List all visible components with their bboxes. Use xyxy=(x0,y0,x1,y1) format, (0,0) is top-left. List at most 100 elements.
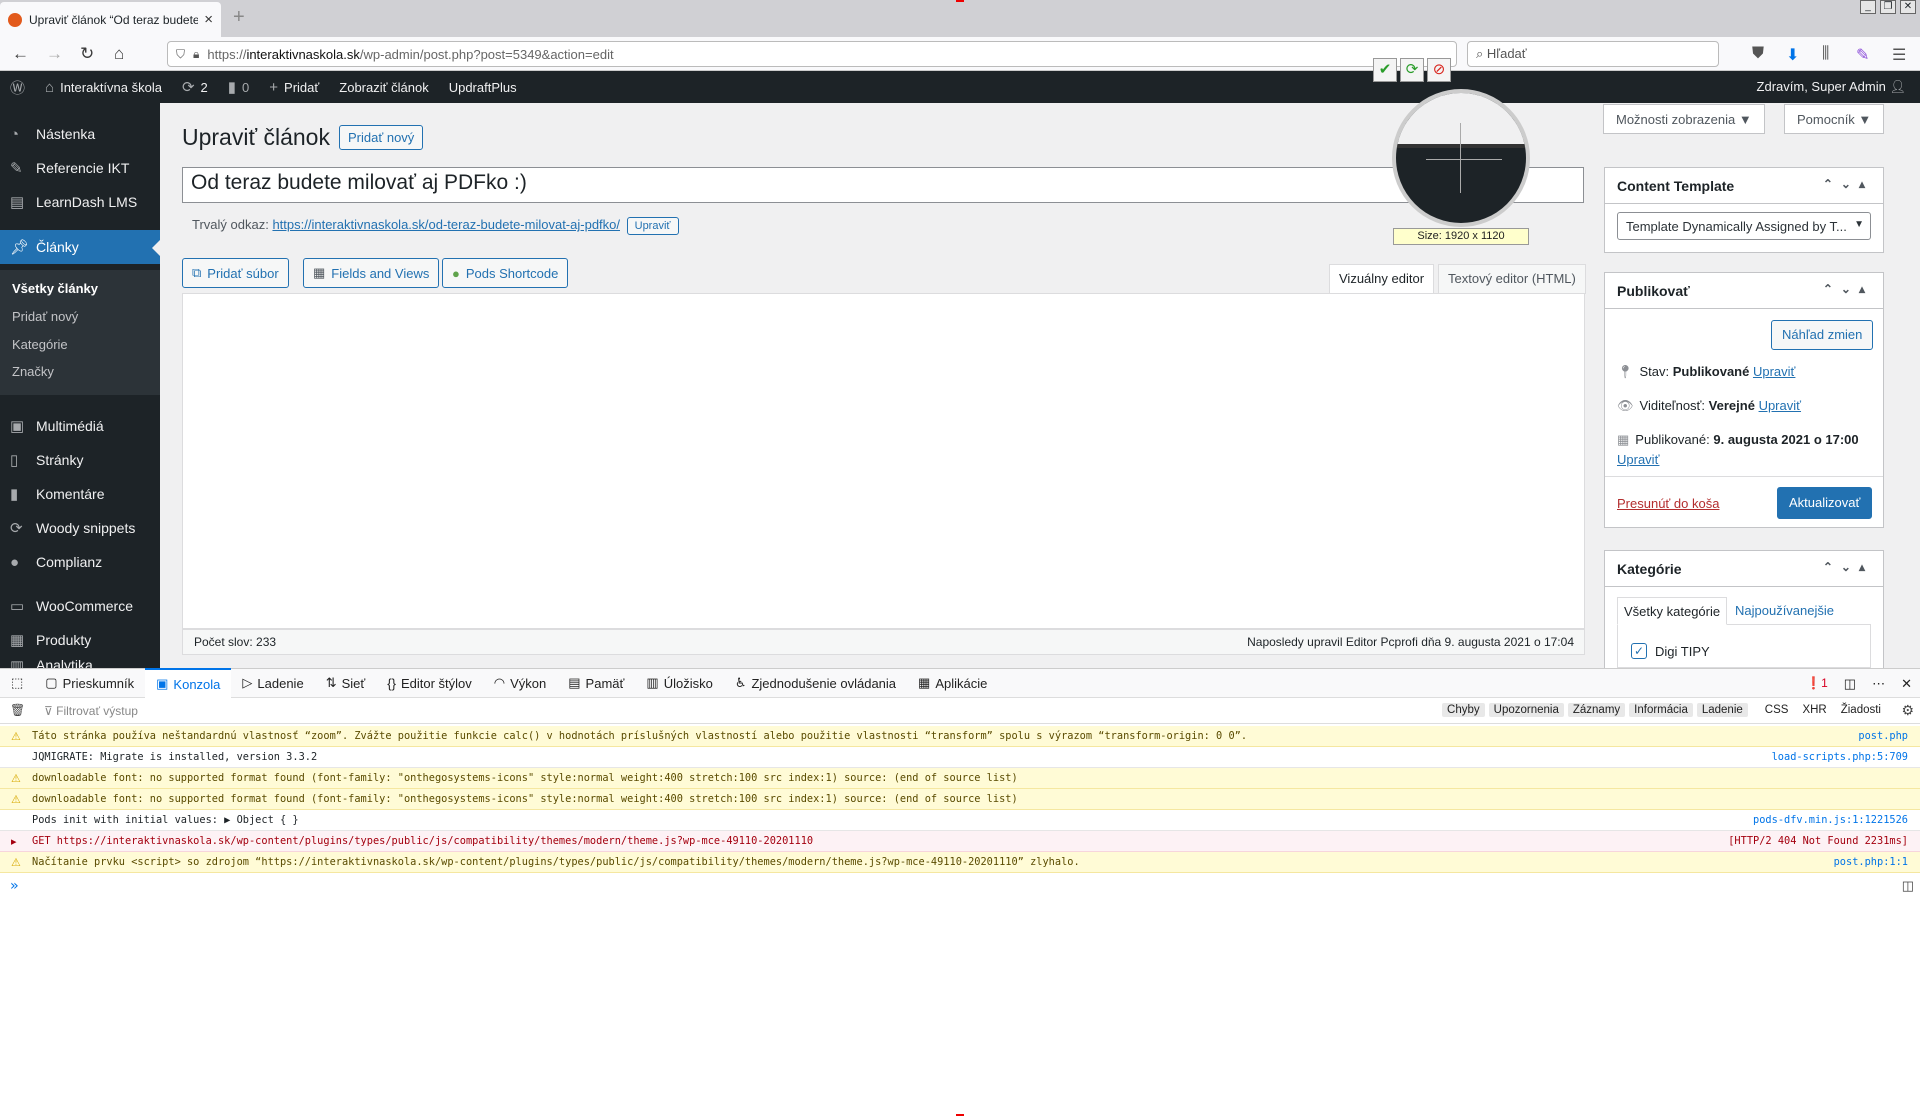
updraftplus-link[interactable]: UpdraftPlus xyxy=(449,80,517,95)
download-icon[interactable]: ⬇ xyxy=(1786,45,1799,65)
error-count-badge[interactable]: ❗1 xyxy=(1806,676,1828,692)
box-controls-icon[interactable]: ⌃⌄▴ xyxy=(1823,560,1873,574)
tab-inspector[interactable]: ▢ Prieskumník xyxy=(34,668,145,698)
template-select[interactable]: Template Dynamically Assigned by T... ▼ xyxy=(1617,212,1871,240)
publish-header[interactable]: Publikovať ⌃⌄▴ xyxy=(1605,273,1883,309)
filter-logs[interactable]: Záznamy xyxy=(1567,703,1626,717)
browser-tab[interactable]: Upraviť článok “Od teraz budete m × xyxy=(0,2,221,37)
sidebar-item-posts[interactable]: 📌︎ Články xyxy=(0,230,160,264)
updates-link[interactable]: ⟳ 2 xyxy=(182,78,208,96)
console-message[interactable]: ▸ GET https://interaktivnaskola.sk/wp-con… xyxy=(0,831,1920,852)
sidebar-item-media[interactable]: ▣ Multimédiá xyxy=(0,409,160,443)
filter-warnings[interactable]: Upozornenia xyxy=(1488,703,1564,717)
menu-icon[interactable]: ☰ xyxy=(1892,45,1906,65)
lock-icon[interactable]: 🔒︎ xyxy=(193,47,199,62)
sidebar-item-products[interactable]: ▦ Produkty xyxy=(0,623,160,657)
tab-style-editor[interactable]: {} Editor štýlov xyxy=(376,668,483,698)
filter-input[interactable]: ⊽ Filtrovať výstup xyxy=(44,704,138,718)
back-icon[interactable]: ← xyxy=(12,44,29,64)
restore-icon[interactable]: ❐ xyxy=(1880,0,1896,14)
split-console-icon[interactable]: ◫ xyxy=(1902,878,1914,894)
add-new-button[interactable]: Pridať nový xyxy=(339,125,424,150)
pick-element-icon[interactable]: ⬚ xyxy=(0,668,34,698)
sidebar-item-woody[interactable]: ⟳ Woody snippets xyxy=(0,511,160,545)
site-name-link[interactable]: ⌂ Interaktívna škola xyxy=(45,79,162,96)
filter-requests[interactable]: Žiadosti xyxy=(1836,703,1886,717)
tab-most-used[interactable]: Najpoužívanejšie xyxy=(1735,603,1834,618)
close-tab-icon[interactable]: × xyxy=(204,11,213,28)
library-icon[interactable]: ⫼ xyxy=(1822,45,1829,63)
tab-text-editor[interactable]: Textový editor (HTML) xyxy=(1438,264,1586,294)
close-devtools-icon[interactable]: ✕ xyxy=(1901,676,1912,692)
sidebar-item-woocommerce[interactable]: ▭ WooCommerce xyxy=(0,589,160,623)
tab-network[interactable]: ⇅ Sieť xyxy=(315,668,377,698)
comments-link[interactable]: ▮ 0 xyxy=(228,78,250,96)
status-edit-link[interactable]: Upraviť xyxy=(1753,364,1795,379)
view-post-link[interactable]: Zobraziť článok xyxy=(339,80,428,95)
sidebar-item-references[interactable]: ✎ Referencie IKT xyxy=(0,151,160,185)
wp-logo-icon[interactable]: Ⓦ xyxy=(10,77,25,98)
close-window-icon[interactable]: ✕ xyxy=(1900,0,1916,14)
message-text[interactable]: Pods init with initial values: ▶ Object … xyxy=(32,814,299,826)
account-greeting[interactable]: Zdravím, Super Admin 👤︎ xyxy=(1757,79,1906,95)
confirm-icon[interactable]: ✔ xyxy=(1373,58,1397,82)
pods-shortcode-button[interactable]: ● Pods Shortcode xyxy=(442,258,569,288)
fields-views-button[interactable]: ▦ Fields and Views xyxy=(303,258,440,288)
refresh-icon[interactable]: ⟳ xyxy=(1400,58,1424,82)
add-media-button[interactable]: ⧉ Pridať súbor xyxy=(182,258,289,288)
message-source-link[interactable]: load-scripts.php:5:709 xyxy=(1772,751,1908,763)
sidebar-item-pages[interactable]: ▯ Stránky xyxy=(0,443,160,477)
filter-debug[interactable]: Ladenie xyxy=(1696,703,1748,717)
tab-accessibility[interactable]: ♿︎ Zjednodušenie ovládania xyxy=(724,668,907,698)
filter-css[interactable]: CSS xyxy=(1760,703,1794,717)
editor-area[interactable] xyxy=(182,293,1585,629)
message-source-link[interactable]: pods-dfv.min.js:1:1221526 xyxy=(1753,814,1908,826)
new-tab-icon[interactable]: + xyxy=(233,6,245,29)
new-content-link[interactable]: + Pridať xyxy=(269,79,319,96)
help-button[interactable]: Pomocník ▼ xyxy=(1784,104,1885,134)
move-to-trash-link[interactable]: Presunúť do koša xyxy=(1617,496,1719,511)
url-bar[interactable]: ⛉ 🔒︎ https://interaktivnaskola.sk/wp-adm… xyxy=(167,41,1457,67)
filter-xhr[interactable]: XHR xyxy=(1797,703,1831,717)
pocket-icon[interactable]: ⛊ xyxy=(1752,45,1764,63)
sidebar-item-comments[interactable]: ▮ Komentáre xyxy=(0,477,160,511)
tab-storage[interactable]: ▥ Úložisko xyxy=(635,668,723,698)
search-input[interactable]: ⌕ Hľadať xyxy=(1467,41,1719,67)
published-edit-link[interactable]: Upraviť xyxy=(1617,452,1659,467)
shield-icon[interactable]: ⛉ xyxy=(176,47,185,62)
permalink-link[interactable]: https://interaktivnaskola.sk/od-teraz-bu… xyxy=(272,217,620,232)
visibility-edit-link[interactable]: Upraviť xyxy=(1759,398,1801,413)
sidebar-item-learndash[interactable]: ▤ LearnDash LMS xyxy=(0,185,160,219)
console-input-prompt[interactable]: » xyxy=(10,878,18,894)
categories-header[interactable]: Kategórie ⌃⌄▴ xyxy=(1605,551,1883,587)
tab-visual-editor[interactable]: Vizuálny editor xyxy=(1329,264,1435,294)
tab-console[interactable]: ▣ Konzola xyxy=(145,668,232,698)
submenu-categories[interactable]: Kategórie xyxy=(12,337,68,352)
message-source-link[interactable]: post.php xyxy=(1858,730,1908,742)
settings-gear-icon[interactable]: ⚙ xyxy=(1901,702,1914,719)
submenu-all-posts[interactable]: Všetky články xyxy=(12,281,98,296)
submenu-add-new[interactable]: Pridať nový xyxy=(12,309,78,324)
tab-all-categories[interactable]: Všetky kategórie xyxy=(1617,597,1728,625)
preview-changes-button[interactable]: Náhľad zmien xyxy=(1771,320,1874,350)
screen-options-button[interactable]: Možnosti zobrazenia ▼ xyxy=(1603,104,1765,134)
dock-icon[interactable]: ◫ xyxy=(1844,676,1856,692)
forward-icon[interactable]: → xyxy=(46,44,63,64)
home-icon[interactable]: ⌂ xyxy=(114,44,124,64)
trash-icon[interactable]: 🗑︎ xyxy=(10,703,25,717)
update-button[interactable]: Aktualizovať xyxy=(1777,487,1873,519)
more-icon[interactable]: ⋯ xyxy=(1872,676,1885,692)
tab-debugger[interactable]: ▷ Ladenie xyxy=(231,668,314,698)
filter-errors[interactable]: Chyby xyxy=(1442,703,1485,717)
filter-info[interactable]: Informácia xyxy=(1629,703,1693,717)
sidebar-item-complianz[interactable]: ● Complianz xyxy=(0,545,160,579)
tab-performance[interactable]: ◠ Výkon xyxy=(483,668,557,698)
sidebar-item-dashboard[interactable]: ◔ Nástenka xyxy=(0,117,160,151)
minimize-icon[interactable]: _ xyxy=(1860,0,1876,14)
cancel-icon[interactable]: ⊘ xyxy=(1427,58,1451,82)
tab-memory[interactable]: ▤ Pamäť xyxy=(557,668,635,698)
content-template-header[interactable]: Content Template ⌃⌄▴ xyxy=(1605,168,1883,204)
box-controls-icon[interactable]: ⌃⌄▴ xyxy=(1823,282,1873,296)
checkbox-checked-icon[interactable]: ✓ xyxy=(1631,643,1647,659)
post-title-input[interactable]: Od teraz budete milovať aj PDFko :) xyxy=(182,167,1584,203)
